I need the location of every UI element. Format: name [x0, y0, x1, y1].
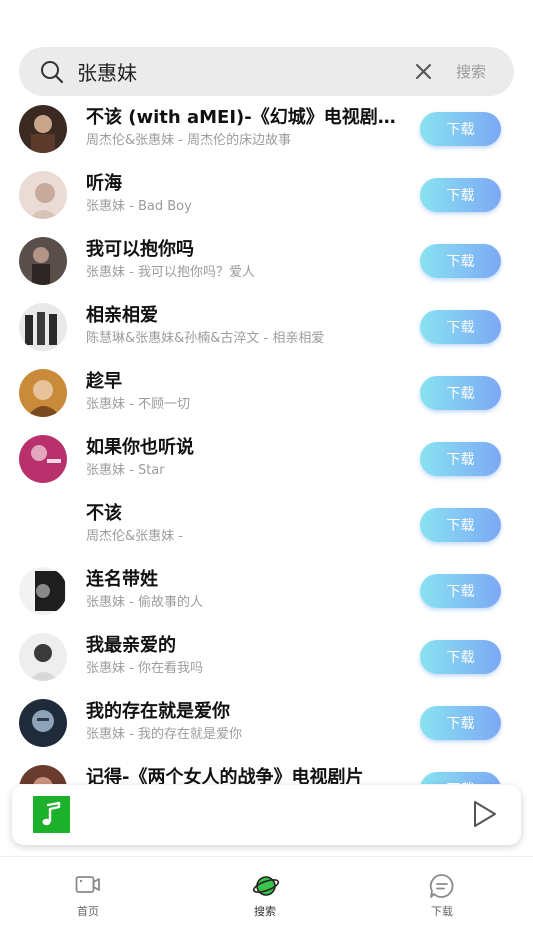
album-cover — [19, 303, 67, 351]
song-row[interactable]: 记得-《两个女人的战争》电视剧片 下载 — [0, 756, 533, 784]
download-button[interactable]: 下载 — [420, 574, 501, 608]
song-row[interactable]: 如果你也听说 张惠妹 - Star 下载 — [0, 426, 533, 492]
song-row[interactable]: 不该 (with aMEI)-《幻城》电视剧片尾曲 周杰伦&张惠妹 - 周杰伦的… — [0, 96, 533, 162]
song-list: 不该 (with aMEI)-《幻城》电视剧片尾曲 周杰伦&张惠妹 - 周杰伦的… — [0, 96, 533, 784]
song-subtitle: 张惠妹 - 我可以抱你吗？爱人 — [86, 265, 255, 280]
play-icon[interactable] — [472, 800, 498, 832]
song-subtitle: 张惠妹 - 偷故事的人 — [86, 595, 203, 610]
song-title: 相亲相爱 — [86, 305, 158, 326]
clear-icon[interactable] — [415, 63, 432, 84]
album-cover — [19, 105, 67, 153]
song-title: 趁早 — [86, 371, 122, 392]
song-row[interactable]: 我可以抱你吗 张惠妹 - 我可以抱你吗？爱人 下载 — [0, 228, 533, 294]
bottom-tab-bar: 首页 搜索 下载 — [0, 856, 533, 949]
song-subtitle: 周杰伦&张惠妹 - — [86, 529, 183, 544]
download-button[interactable]: 下载 — [420, 508, 501, 542]
song-row[interactable]: 我最亲爱的 张惠妹 - 你在看我吗 下载 — [0, 624, 533, 690]
search-input[interactable] — [77, 47, 397, 96]
search-button[interactable]: 搜索 — [456, 61, 486, 82]
song-subtitle: 张惠妹 - 你在看我吗 — [86, 661, 203, 676]
tab-label: 下载 — [431, 905, 453, 918]
planet-icon — [252, 873, 280, 903]
tab-download[interactable]: 下载 — [382, 857, 502, 949]
music-note-icon — [33, 796, 70, 833]
song-title: 我的存在就是爱你 — [86, 701, 230, 722]
album-cover — [19, 171, 67, 219]
download-button[interactable]: 下载 — [420, 772, 501, 784]
tab-label: 搜索 — [254, 905, 276, 918]
song-row[interactable]: 趁早 张惠妹 - 不顾一切 下载 — [0, 360, 533, 426]
download-button[interactable]: 下载 — [420, 376, 501, 410]
tab-search[interactable]: 搜索 — [205, 857, 325, 949]
download-button[interactable]: 下载 — [420, 640, 501, 674]
song-row[interactable]: 相亲相爱 陈慧琳&张惠妹&孙楠&古淬文 - 相亲相爱 下载 — [0, 294, 533, 360]
album-cover — [19, 237, 67, 285]
song-title: 连名带姓 — [86, 569, 158, 590]
mini-player[interactable] — [12, 785, 521, 845]
album-cover — [19, 699, 67, 747]
chat-icon — [429, 873, 455, 903]
song-subtitle: 张惠妹 - Bad Boy — [86, 199, 192, 214]
download-button[interactable]: 下载 — [420, 706, 501, 740]
song-title: 我最亲爱的 — [86, 635, 176, 656]
song-title: 如果你也听说 — [86, 437, 194, 458]
tab-label: 首页 — [77, 905, 99, 918]
album-cover — [19, 369, 67, 417]
song-subtitle: 张惠妹 - 不顾一切 — [86, 397, 190, 412]
download-button[interactable]: 下载 — [420, 442, 501, 476]
song-row[interactable]: 我的存在就是爱你 张惠妹 - 我的存在就是爱你 下载 — [0, 690, 533, 756]
song-row[interactable]: 不该 周杰伦&张惠妹 - 下载 — [0, 492, 533, 558]
song-subtitle: 周杰伦&张惠妹 - 周杰伦的床边故事 — [86, 133, 292, 148]
song-subtitle: 张惠妹 - 我的存在就是爱你 — [86, 727, 242, 742]
download-button[interactable]: 下载 — [420, 112, 501, 146]
song-row[interactable]: 听海 张惠妹 - Bad Boy 下载 — [0, 162, 533, 228]
song-title: 听海 — [86, 173, 122, 194]
search-icon — [40, 60, 64, 88]
album-cover — [19, 633, 67, 681]
download-button[interactable]: 下载 — [420, 310, 501, 344]
song-subtitle: 张惠妹 - Star — [86, 463, 165, 478]
download-button[interactable]: 下载 — [420, 244, 501, 278]
song-title: 记得-《两个女人的战争》电视剧片 — [86, 767, 364, 784]
search-bar: 搜索 — [19, 47, 514, 96]
tab-home[interactable]: 首页 — [28, 857, 148, 949]
song-title: 不该 — [86, 503, 122, 524]
download-button[interactable]: 下载 — [420, 178, 501, 212]
song-title: 我可以抱你吗 — [86, 239, 194, 260]
song-row[interactable]: 连名带姓 张惠妹 - 偷故事的人 下载 — [0, 558, 533, 624]
song-title: 不该 (with aMEI)-《幻城》电视剧片尾曲 — [86, 107, 404, 128]
album-cover — [19, 567, 67, 615]
video-icon — [75, 873, 101, 901]
song-subtitle: 陈慧琳&张惠妹&孙楠&古淬文 - 相亲相爱 — [86, 331, 325, 346]
album-cover — [19, 765, 67, 784]
album-cover — [19, 435, 67, 483]
